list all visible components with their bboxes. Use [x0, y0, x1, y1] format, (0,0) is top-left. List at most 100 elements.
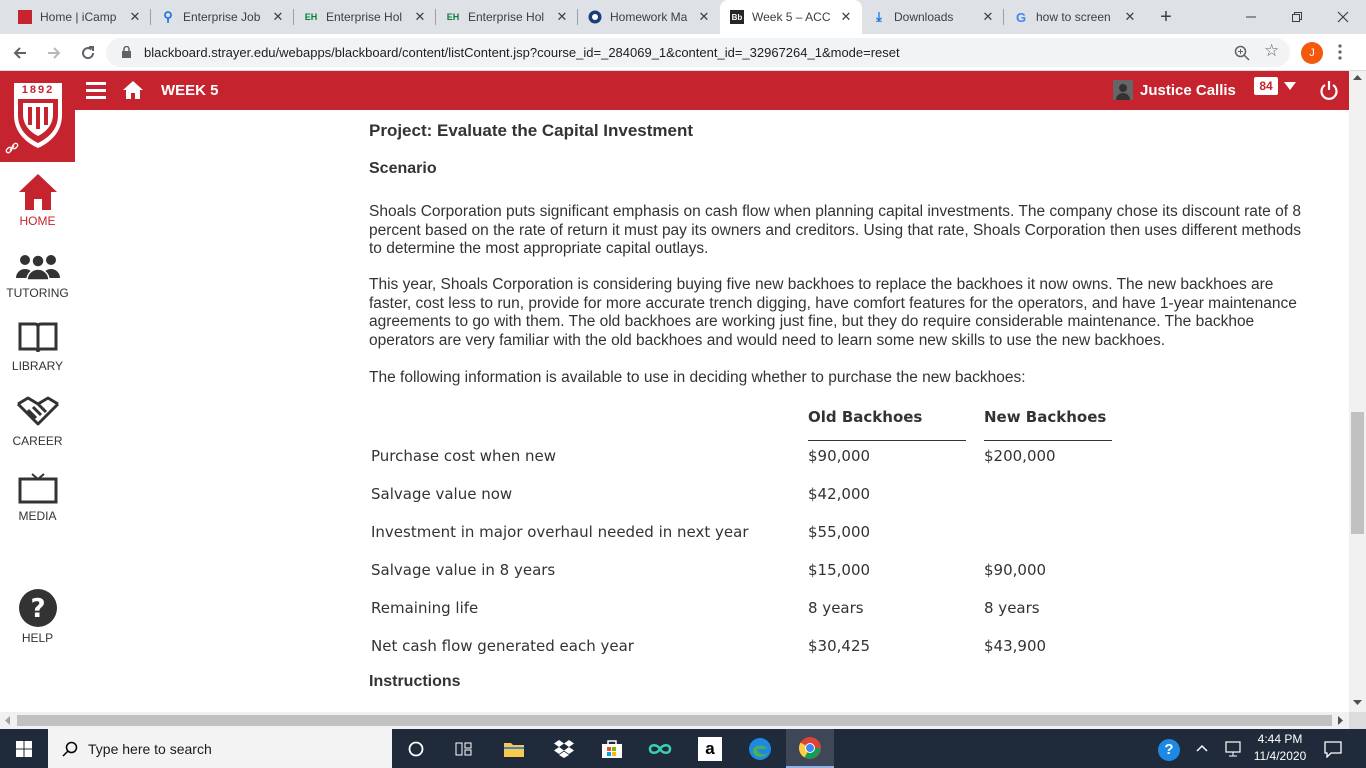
- row-label: Remaining life: [371, 599, 479, 617]
- dropbox-icon: [554, 739, 574, 758]
- show-hidden-icons-chevron-up-icon[interactable]: [1196, 744, 1208, 752]
- row-label: Purchase cost when new: [371, 447, 557, 465]
- reload-button[interactable]: [76, 41, 100, 65]
- sidebar-item-career[interactable]: [0, 396, 75, 426]
- tab-enterprise-jobs[interactable]: ⚲ Enterprise Job ✕: [151, 0, 294, 34]
- reload-icon: [82, 46, 95, 60]
- task-view-icon: [455, 742, 472, 755]
- back-button[interactable]: [8, 41, 32, 65]
- horizontal-scrollbar[interactable]: [0, 712, 1349, 729]
- new-value: $90,000: [984, 561, 1047, 579]
- forward-button[interactable]: [42, 41, 66, 65]
- browser-toolbar: blackboard.strayer.edu/webapps/blackboar…: [0, 34, 1366, 71]
- horizontal-scroll-thumb[interactable]: [17, 715, 1332, 726]
- profile-avatar[interactable]: J: [1301, 42, 1323, 64]
- close-tab-icon[interactable]: ✕: [127, 9, 143, 25]
- store-button[interactable]: [588, 729, 636, 768]
- tab-enterprise-holdings-1[interactable]: EH Enterprise Hol ✕: [294, 0, 436, 34]
- zoom-icon[interactable]: [1234, 45, 1250, 61]
- scroll-left-icon[interactable]: [4, 716, 10, 725]
- user-name[interactable]: Justice Callis: [1140, 82, 1236, 99]
- close-tab-icon[interactable]: ✕: [270, 9, 286, 25]
- taskbar-search-box[interactable]: Type here to search: [48, 729, 392, 768]
- sidebar-item-label[interactable]: HELP: [0, 631, 75, 645]
- amazon-button[interactable]: a: [686, 729, 734, 768]
- search-placeholder[interactable]: Type here to search: [88, 741, 212, 757]
- sidebar-item-label[interactable]: TUTORING: [0, 286, 75, 300]
- restore-button[interactable]: [1274, 0, 1320, 34]
- url-text[interactable]: blackboard.strayer.edu/webapps/blackboar…: [144, 45, 900, 60]
- sidebar-item-library[interactable]: [0, 322, 75, 354]
- cortana-button[interactable]: [392, 729, 440, 768]
- tab-downloads[interactable]: ⤓ Downloads ✕: [862, 0, 1004, 34]
- edge-button[interactable]: [736, 729, 784, 768]
- home-icon[interactable]: [122, 80, 144, 100]
- chrome-button-active[interactable]: [786, 729, 834, 768]
- network-icon[interactable]: [1224, 740, 1242, 758]
- close-tab-icon[interactable]: ✕: [1122, 9, 1138, 25]
- scenario-heading: Scenario: [369, 160, 437, 177]
- book-icon: [18, 322, 57, 353]
- blackboard-favicon-icon: Bb: [730, 10, 744, 24]
- close-tab-icon[interactable]: ✕: [838, 9, 854, 25]
- task-view-button[interactable]: [440, 729, 488, 768]
- notification-center-icon[interactable]: [1324, 740, 1342, 758]
- vertical-scrollbar[interactable]: [1349, 71, 1366, 712]
- power-logout-icon[interactable]: [1319, 80, 1339, 101]
- tab-home-icamp[interactable]: Home | iCamp ✕: [8, 0, 151, 34]
- eh-favicon-icon: EH: [446, 12, 460, 22]
- tab-enterprise-holdings-2[interactable]: EH Enterprise Hol ✕: [436, 0, 578, 34]
- scroll-right-icon[interactable]: [1338, 716, 1344, 725]
- scroll-down-icon[interactable]: [1353, 700, 1362, 706]
- tab-homework-market[interactable]: Homework Ma ✕: [578, 0, 720, 34]
- tab-week5-active[interactable]: Bb Week 5 – ACC ✕: [720, 0, 862, 34]
- scenario-paragraph-3: The following information is available t…: [369, 369, 1026, 386]
- new-value: $43,900: [984, 637, 1047, 655]
- menu-kebab-icon[interactable]: [1338, 43, 1342, 61]
- university-logo[interactable]: 1892: [0, 71, 75, 162]
- old-value: 8 years: [808, 599, 864, 617]
- caret-down-icon[interactable]: [1284, 82, 1296, 92]
- sidebar-item-label[interactable]: LIBRARY: [0, 359, 75, 373]
- clock-time[interactable]: 4:44 PM: [1252, 732, 1308, 746]
- scenario-paragraph-1: Shoals Corporation puts significant emph…: [369, 203, 1301, 258]
- close-tab-icon[interactable]: ✕: [412, 9, 428, 25]
- sidebar: HOME TUTORING LIBRARY CAREER MEDIA ? HEL…: [0, 162, 75, 712]
- close-window-button[interactable]: [1320, 0, 1366, 34]
- close-tab-icon[interactable]: ✕: [696, 9, 712, 25]
- bookmark-star-icon[interactable]: ☆: [1264, 41, 1279, 61]
- vertical-scroll-thumb[interactable]: [1351, 412, 1364, 534]
- tab-google-search[interactable]: G how to screen ✕: [1004, 0, 1146, 34]
- scroll-up-icon[interactable]: [1353, 74, 1362, 80]
- user-avatar[interactable]: [1113, 80, 1133, 100]
- sidebar-item-label[interactable]: CAREER: [0, 434, 75, 448]
- start-button[interactable]: [0, 729, 48, 768]
- link-icon[interactable]: [5, 141, 19, 155]
- sidebar-item-help[interactable]: ?: [0, 588, 75, 628]
- close-tab-icon[interactable]: ✕: [980, 9, 996, 25]
- minimize-button[interactable]: [1228, 0, 1274, 34]
- new-tab-button[interactable]: +: [1156, 6, 1176, 28]
- sidebar-item-tutoring[interactable]: [0, 252, 75, 280]
- folder-icon: [504, 742, 524, 757]
- instructions-heading: Instructions: [369, 673, 461, 690]
- sidebar-item-label[interactable]: MEDIA: [0, 509, 75, 523]
- clock-date[interactable]: 11/4/2020: [1252, 749, 1308, 763]
- address-bar[interactable]: blackboard.strayer.edu/webapps/blackboar…: [106, 38, 1290, 67]
- help-tray-icon[interactable]: ?: [1158, 739, 1180, 761]
- file-explorer-button[interactable]: [490, 729, 538, 768]
- sidebar-item-label[interactable]: HOME: [0, 214, 75, 228]
- cortana-circle-icon: [408, 741, 424, 756]
- tab-title: Enterprise Hol: [468, 10, 545, 24]
- chrome-icon: [799, 736, 821, 759]
- scrollbar-corner: [1349, 712, 1366, 729]
- infinity-app-button[interactable]: [636, 729, 684, 768]
- notification-badge[interactable]: 84: [1254, 77, 1278, 95]
- close-tab-icon[interactable]: ✕: [554, 9, 570, 25]
- dropbox-button[interactable]: [540, 729, 588, 768]
- sidebar-item-media[interactable]: [0, 472, 75, 504]
- row-label: Salvage value in 8 years: [371, 561, 556, 579]
- sidebar-item-home[interactable]: [0, 172, 75, 212]
- hamburger-menu-icon[interactable]: [86, 82, 106, 99]
- infinity-icon: [648, 743, 672, 754]
